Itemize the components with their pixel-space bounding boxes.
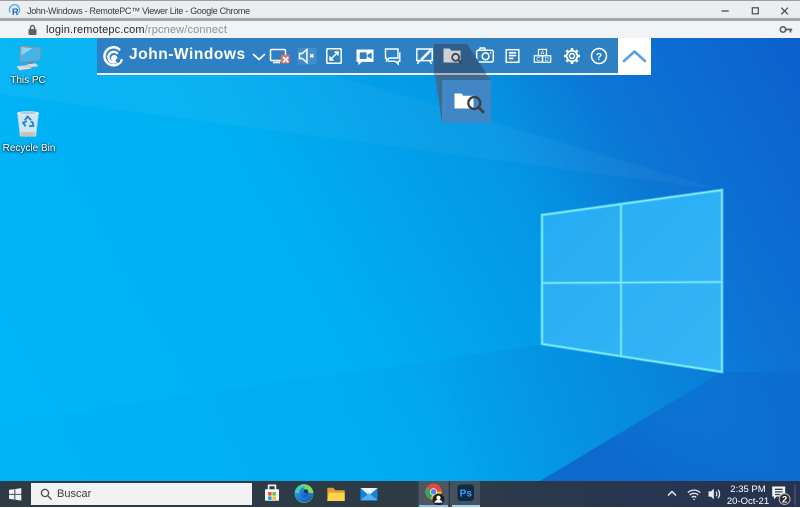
svg-text:2: 2: [782, 495, 787, 506]
svg-text:Ps: Ps: [460, 489, 473, 500]
svg-text:R: R: [12, 7, 19, 17]
